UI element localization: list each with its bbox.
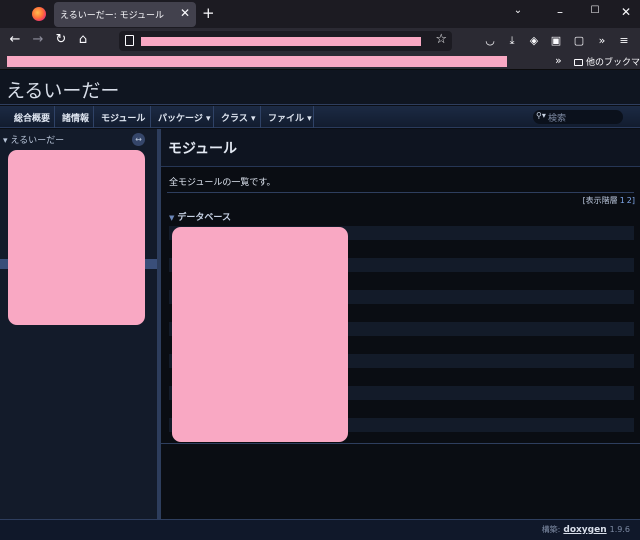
nav-tree-root-item[interactable]: ▾ えるいーだー [3, 133, 64, 146]
menu-separator [260, 106, 261, 128]
menu-separator [313, 106, 314, 128]
footer-text: 構築: doxygen 1.9.6 [542, 524, 630, 535]
page-title-bar: モジュール [161, 129, 640, 167]
forward-button[interactable]: → [30, 32, 46, 47]
directory-title: データベース [177, 213, 231, 223]
intro-text: 全モジュールの一覧です。 [169, 178, 276, 188]
doxygen-link[interactable]: doxygen [563, 525, 606, 535]
level-1-link[interactable]: 1 [620, 196, 625, 205]
bookmark-star-icon[interactable]: ☆ [435, 32, 447, 47]
doxygen-page: えるいーだー 総合概要 諸情報 モジュール パッケージ ▾ クラス ▾ ファイル… [0, 70, 640, 540]
divider [161, 443, 640, 444]
extension-icon[interactable]: ▣ [549, 34, 563, 48]
other-bookmarks-folder[interactable]: 他のブックマーク [574, 55, 640, 68]
project-header: えるいーだー [0, 70, 640, 105]
footer: 構築: doxygen 1.9.6 [0, 519, 640, 540]
nav-tree-sidebar: ▾ えるいーだー ↔ [0, 129, 157, 519]
doxygen-version: 1.9.6 [609, 525, 630, 534]
tab-close-icon[interactable]: ✕ [180, 6, 190, 20]
project-name: えるいーだー [6, 80, 120, 102]
main-menu: 総合概要 諸情報 モジュール パッケージ ▾ クラス ▾ ファイル ▾ ⚲▾ 検… [0, 106, 640, 128]
search-input[interactable]: ⚲▾ 検索 [533, 110, 623, 124]
divider [167, 192, 634, 193]
extension-icon-2[interactable]: ▢ [572, 34, 586, 48]
sidebar-redaction [8, 150, 145, 325]
sync-icon[interactable]: ↔ [132, 133, 145, 146]
page-title: モジュール [168, 141, 238, 157]
bookmarks-toolbar: » 他のブックマーク [0, 54, 640, 70]
url-redaction [141, 37, 421, 46]
download-icon[interactable]: ⤓ [505, 34, 519, 48]
directory-heading[interactable]: ▼ データベース [169, 210, 231, 223]
level-2-link[interactable]: 2] [627, 196, 635, 205]
menu-item-packages[interactable]: パッケージ ▾ [158, 111, 210, 124]
menu-item-main-page[interactable]: 総合概要 [14, 111, 50, 124]
menu-item-classes[interactable]: クラス ▾ [221, 111, 255, 124]
bookmarks-more-icon[interactable]: » [555, 54, 562, 67]
menu-separator [213, 106, 214, 128]
expand-arrow-icon[interactable]: ▼ [169, 214, 174, 222]
pocket-icon[interactable]: ◡ [483, 34, 497, 48]
level-selector: [表示階層 1 2] [583, 195, 635, 206]
shield-extension-icon[interactable]: ◈ [527, 34, 541, 48]
tab-strip: えるいーだー: モジュール ✕ + ⌄ – ☐ ✕ [0, 0, 640, 28]
menu-item-files[interactable]: ファイル ▾ [268, 111, 312, 124]
page-info-icon[interactable] [125, 35, 134, 46]
maximize-button[interactable]: ☐ [588, 5, 602, 16]
menu-separator [150, 106, 151, 128]
minimize-button[interactable]: – [553, 5, 567, 19]
folder-icon [574, 59, 583, 66]
home-button[interactable]: ⌂ [75, 32, 91, 47]
other-bookmarks-label: 他のブックマーク [586, 58, 640, 68]
new-tab-button[interactable]: + [202, 4, 215, 22]
tab-title: えるいーだー: モジュール [60, 11, 164, 21]
search-placeholder: 検索 [548, 114, 567, 124]
bookmarks-redaction [7, 56, 507, 67]
back-button[interactable]: ← [7, 32, 23, 47]
navigation-toolbar: ← → ↻ ⌂ ☆ ◡ ⤓ ◈ ▣ ▢ » ≡ [0, 28, 640, 54]
tab-active[interactable]: えるいーだー: モジュール ✕ [54, 2, 196, 27]
footer-prefix: 構築: [541, 525, 561, 534]
window-close-button[interactable]: ✕ [619, 5, 633, 19]
content-redaction [172, 227, 348, 442]
overflow-icon[interactable]: » [595, 34, 609, 48]
menu-item-related-pages[interactable]: 諸情報 [62, 111, 89, 124]
url-bar[interactable]: ☆ [119, 31, 452, 51]
menu-icon[interactable]: ≡ [617, 34, 631, 48]
main-content: モジュール 全モジュールの一覧です。 [表示階層 1 2] ▼ データベース [161, 129, 640, 519]
reload-button[interactable]: ↻ [53, 32, 69, 47]
level-label: [表示階層 [582, 196, 618, 205]
menu-separator [54, 106, 55, 128]
firefox-logo-icon [32, 7, 46, 21]
menu-separator [93, 106, 94, 128]
tab-list-chevron-icon[interactable]: ⌄ [511, 5, 525, 16]
search-icon[interactable]: ⚲▾ [536, 111, 546, 120]
menu-item-modules[interactable]: モジュール [101, 111, 145, 124]
